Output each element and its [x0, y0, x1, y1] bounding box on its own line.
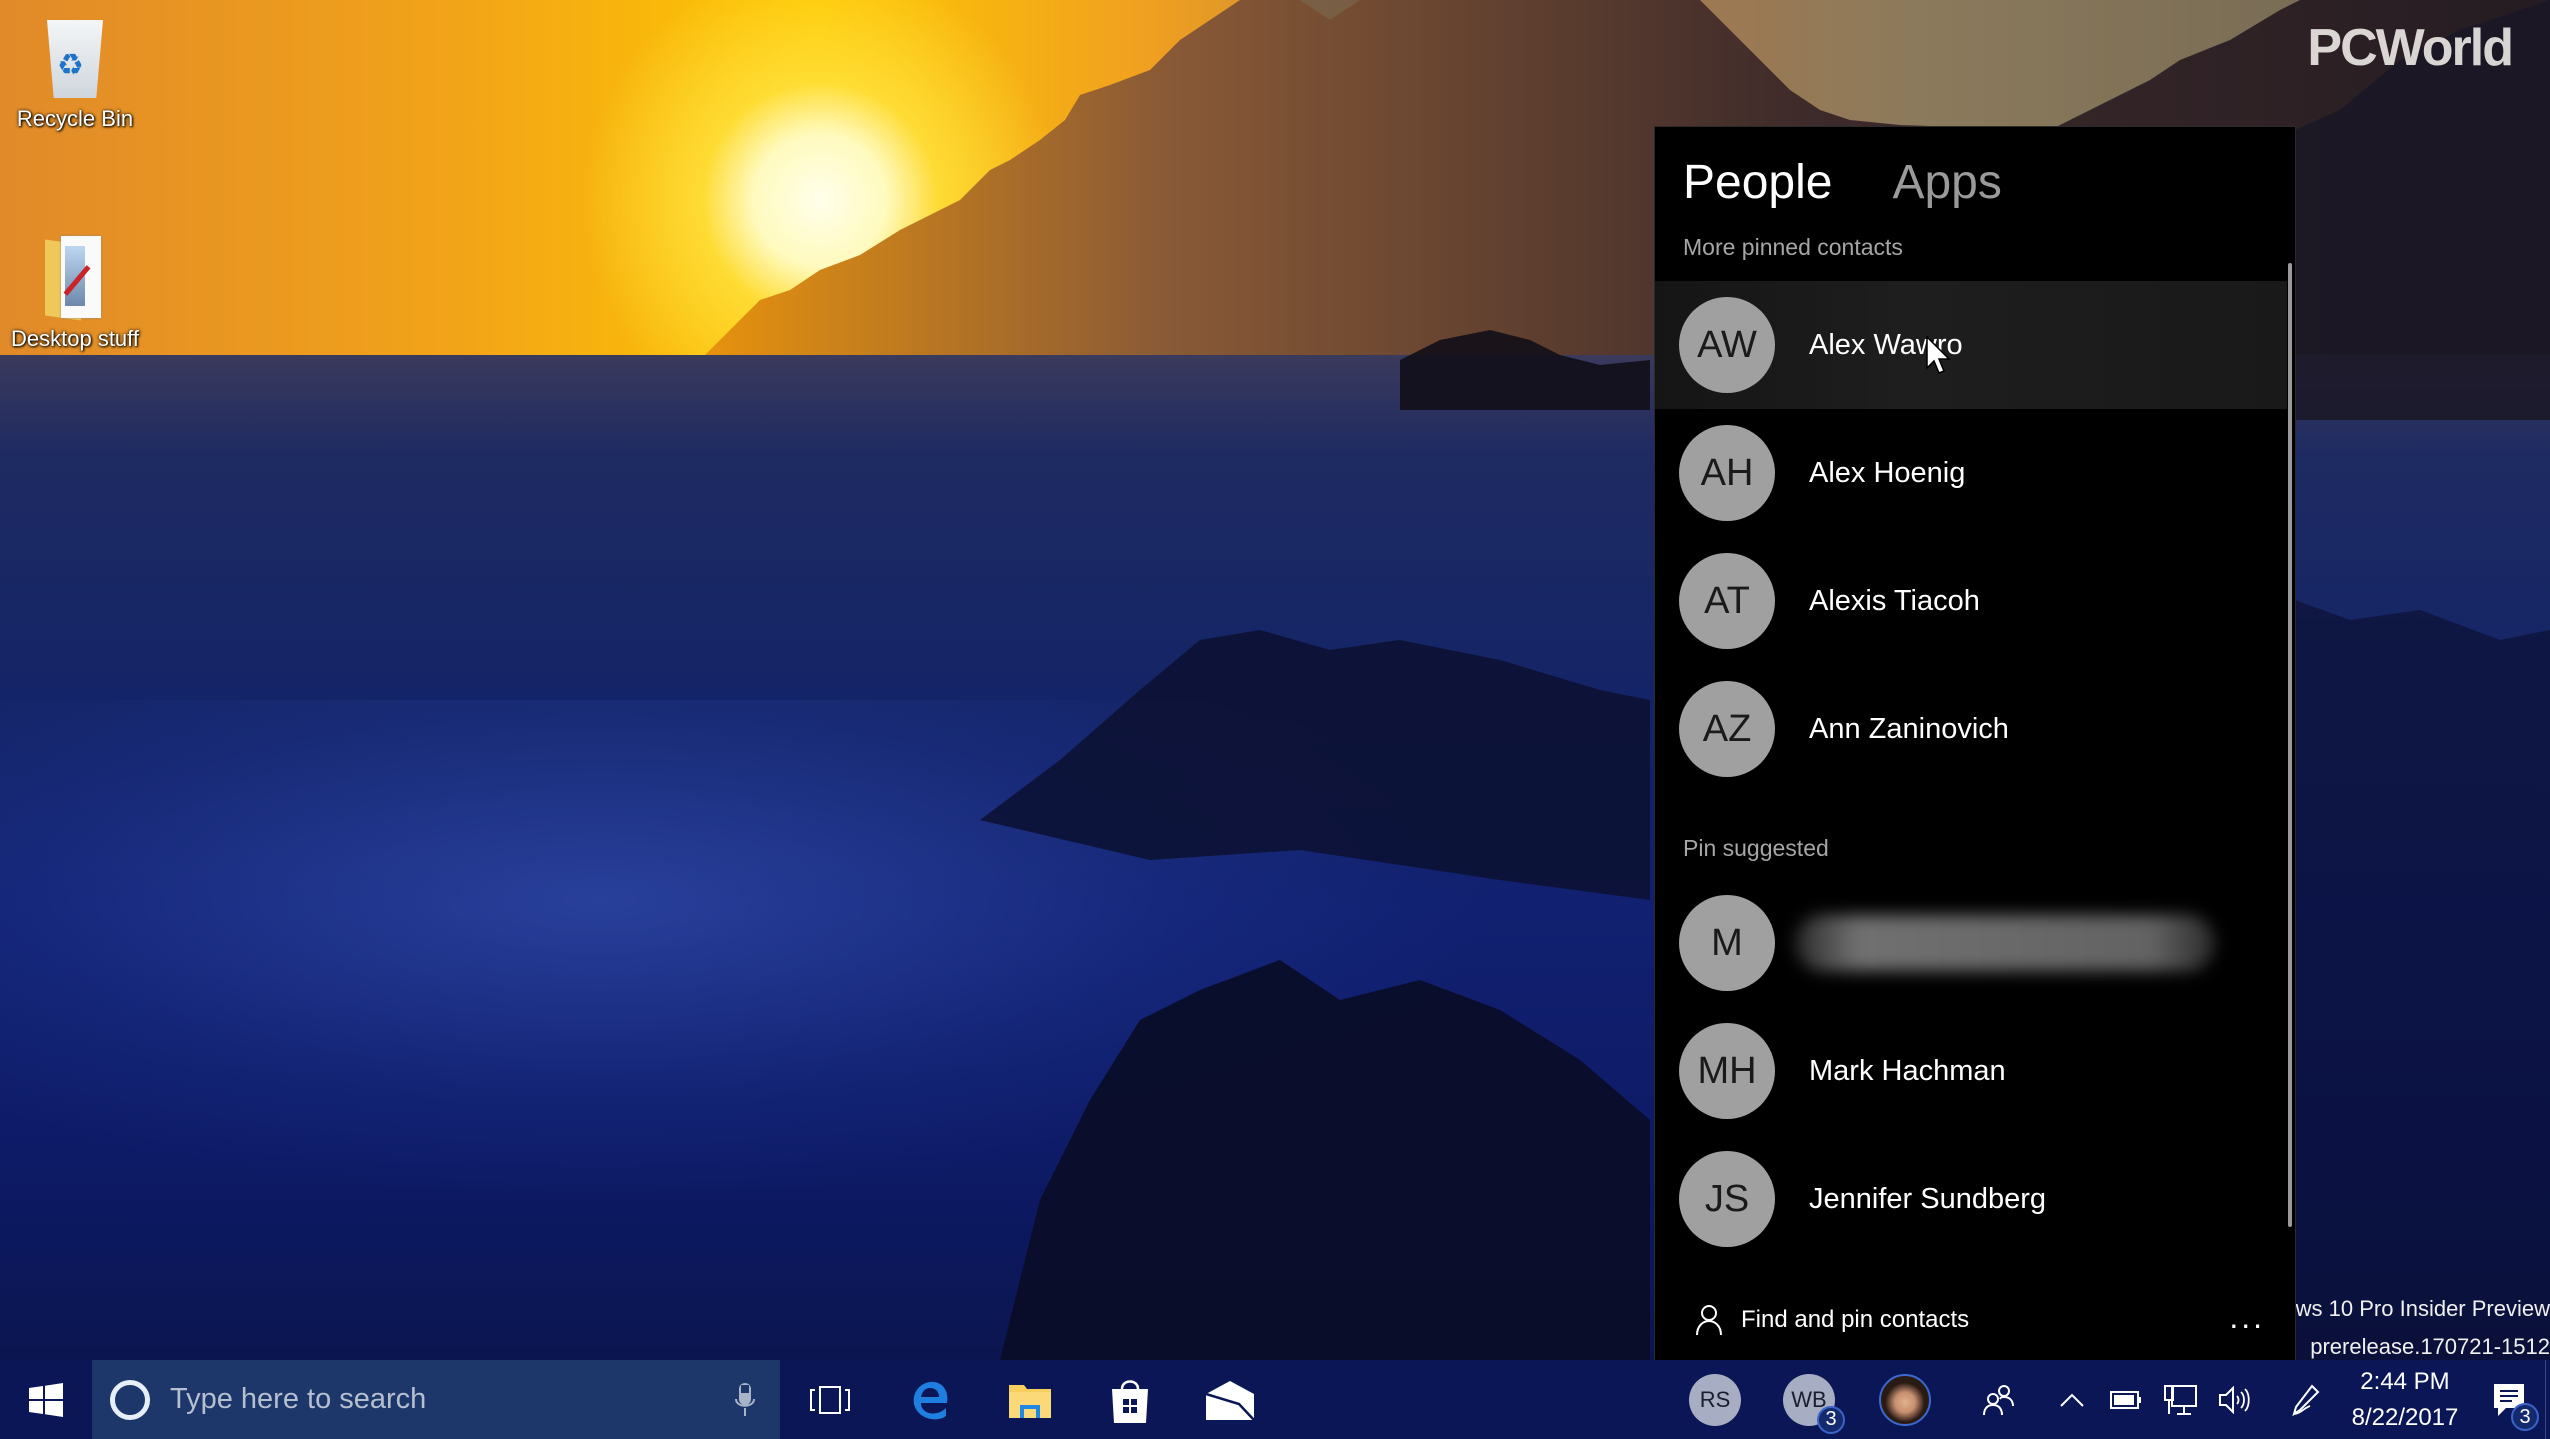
volume-control[interactable] — [2217, 1360, 2251, 1439]
person-icon — [1696, 1305, 1722, 1336]
contact-avatar: AT — [1679, 553, 1775, 649]
microphone-icon[interactable] — [734, 1382, 756, 1418]
contact-name: Ann Zaninovich — [1809, 712, 2009, 745]
pcworld-logo: PCWorld — [2307, 19, 2514, 77]
desktop-icon-desktop-stuff[interactable]: Desktop stuff — [0, 230, 150, 352]
contact-avatar: AH — [1679, 425, 1775, 521]
people-flyout: People Apps More pinned contacts AW Alex… — [1655, 127, 2295, 1360]
mail-icon — [1205, 1380, 1255, 1420]
pen-icon — [2292, 1383, 2320, 1416]
contact-avatar: M — [1679, 895, 1775, 991]
pinned-person-initials: RS — [1699, 1386, 1731, 1412]
store-button[interactable] — [1080, 1360, 1180, 1439]
contact-avatar: MH — [1679, 1023, 1775, 1119]
watermark-line-1: ws 10 Pro Insider Preview — [2295, 1296, 2550, 1321]
contact-item[interactable]: MH Mark Hachman — [1655, 1007, 2287, 1135]
speaker-icon — [2219, 1385, 2250, 1414]
file-explorer-button[interactable] — [980, 1360, 1080, 1439]
battery-icon — [2110, 1390, 2141, 1409]
cortana-icon — [110, 1379, 150, 1420]
pinned-person-photo — [1879, 1373, 1931, 1426]
show-desktop-button[interactable] — [2545, 1360, 2550, 1439]
contact-item[interactable]: M — [1655, 879, 2287, 1007]
mail-button[interactable] — [1180, 1360, 1280, 1439]
contact-name: Alex Hoenig — [1809, 456, 1966, 489]
contact-item[interactable]: AW Alex Wawro — [1655, 281, 2287, 409]
file-explorer-icon — [1009, 1384, 1051, 1418]
windows-logo-icon — [29, 1382, 63, 1417]
desktop-icon-label: Recycle Bin — [16, 106, 134, 131]
search-placeholder: Type here to search — [170, 1383, 427, 1415]
pinned-person-avatar: WB 3 — [1783, 1373, 1845, 1434]
clock[interactable]: 2:44 PM 8/22/2017 — [2335, 1364, 2475, 1436]
section-label-suggested: Pin suggested — [1683, 835, 1829, 861]
people-icon — [1983, 1384, 2014, 1415]
contact-name: Jennifer Sundberg — [1809, 1182, 2046, 1215]
task-view-button[interactable] — [780, 1360, 880, 1439]
people-button[interactable] — [1953, 1360, 2045, 1439]
contact-avatar: AZ — [1679, 681, 1775, 777]
recycle-bin-icon: ♻ — [35, 10, 115, 100]
contact-item[interactable]: AZ Ann Zaninovich — [1655, 665, 2287, 793]
contact-item[interactable]: JS Jennifer Sundberg — [1655, 1135, 2287, 1263]
clock-time: 2:44 PM — [2360, 1367, 2450, 1395]
find-and-pin-contacts-button[interactable]: Find and pin contacts — [1695, 1304, 1969, 1336]
action-center-button[interactable]: 3 — [2475, 1360, 2545, 1439]
contact-name: Alexis Tiacoh — [1809, 584, 1980, 617]
search-input[interactable]: Type here to search — [92, 1360, 780, 1439]
tab-apps[interactable]: Apps — [1892, 155, 2001, 210]
contact-avatar: AW — [1679, 297, 1775, 393]
flyout-footer: Find and pin contacts ... — [1655, 1287, 2295, 1353]
taskbar: Type here to search RS WB 3 2:44 PM 8/22… — [0, 1360, 2550, 1439]
redacted-contact-name — [1795, 915, 2215, 971]
chevron-up-icon — [2060, 1393, 2084, 1407]
desktop-icon-recycle-bin[interactable]: ♻ Recycle Bin — [0, 10, 150, 132]
start-button[interactable] — [0, 1360, 92, 1439]
tab-people[interactable]: People — [1683, 155, 1832, 210]
find-pin-label: Find and pin contacts — [1741, 1306, 1970, 1333]
more-options-button[interactable]: ... — [2229, 1299, 2265, 1336]
flyout-tabs: People Apps — [1683, 155, 2002, 210]
taskbar-person-photo[interactable] — [1857, 1360, 1953, 1439]
show-hidden-icons-button[interactable] — [2055, 1360, 2089, 1439]
clock-date: 8/22/2017 — [2351, 1403, 2459, 1431]
notification-badge: 3 — [1817, 1405, 1845, 1434]
notification-count-badge: 3 — [2511, 1403, 2539, 1431]
pinned-person-avatar: RS — [1689, 1373, 1741, 1426]
os-build-watermark: ws 10 Pro Insider Preview prerelease.170… — [2290, 1290, 2550, 1366]
contact-avatar: JS — [1679, 1151, 1775, 1247]
windows-ink-button[interactable] — [2285, 1360, 2325, 1439]
taskbar-person-wb[interactable]: WB 3 — [1761, 1360, 1857, 1439]
task-view-icon — [810, 1385, 850, 1414]
taskbar-person-rs[interactable]: RS — [1669, 1360, 1761, 1439]
edge-browser-icon — [913, 1381, 948, 1419]
edge-button[interactable] — [880, 1360, 980, 1439]
contact-item[interactable]: AT Alexis Tiacoh — [1655, 537, 2287, 665]
flyout-scrollbar[interactable] — [2288, 263, 2292, 1227]
battery-indicator[interactable] — [2109, 1360, 2143, 1439]
network-icon — [2164, 1384, 2197, 1415]
mouse-cursor-icon — [1926, 336, 1951, 374]
contact-name: Mark Hachman — [1809, 1054, 2006, 1087]
network-indicator[interactable] — [2163, 1360, 2197, 1439]
section-label-pinned: More pinned contacts — [1683, 234, 1903, 260]
taskbar-right-area: RS WB 3 2:44 PM 8/22/2017 3 — [1669, 1360, 2550, 1439]
store-bag-icon — [1112, 1379, 1148, 1423]
folder-icon — [35, 230, 115, 321]
contact-item[interactable]: AH Alex Hoenig — [1655, 409, 2287, 537]
desktop-icon-label: Desktop stuff — [11, 326, 139, 351]
